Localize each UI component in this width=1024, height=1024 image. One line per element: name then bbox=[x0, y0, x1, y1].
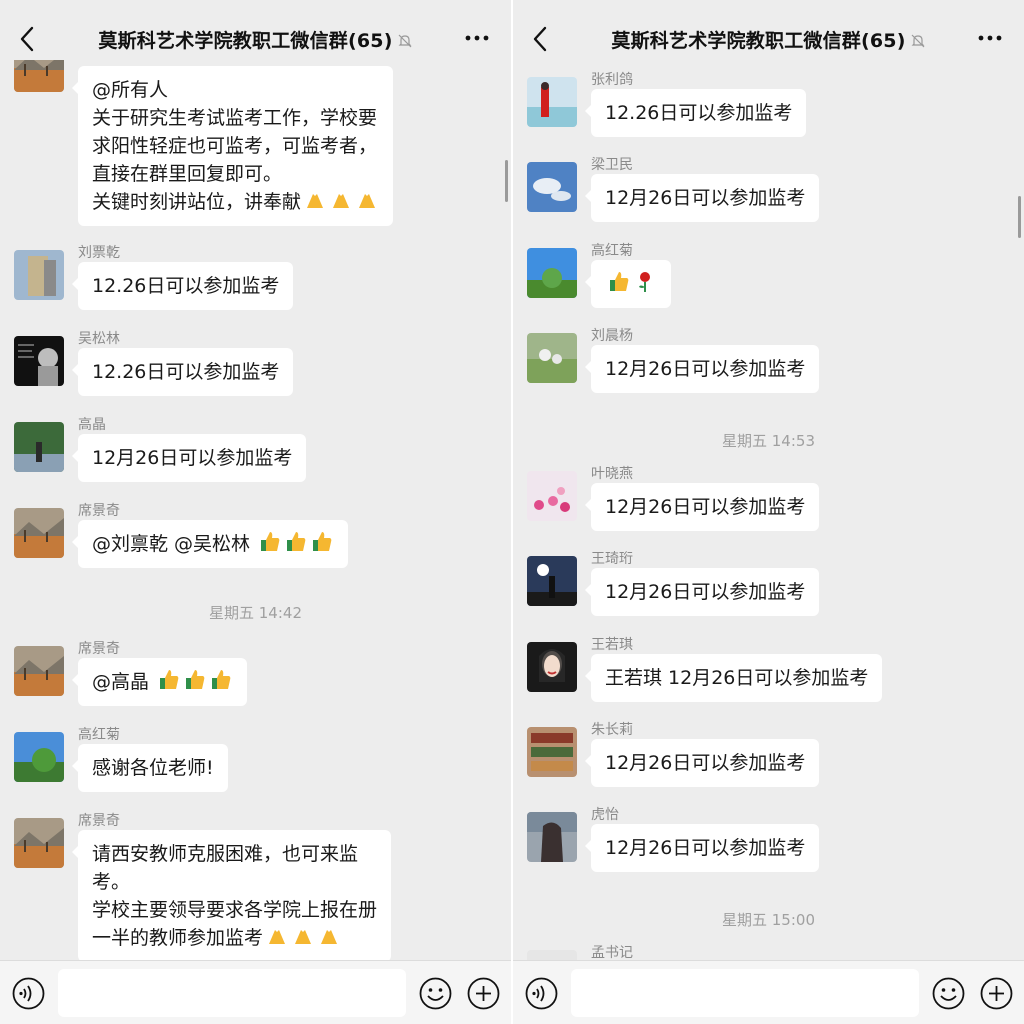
sender-name: 高红菊 bbox=[591, 243, 633, 259]
message-input[interactable] bbox=[58, 969, 406, 1017]
thumbs-up-icon bbox=[261, 532, 280, 551]
avatar[interactable] bbox=[14, 422, 64, 472]
message-bubble[interactable] bbox=[585, 260, 671, 308]
plus-icon[interactable] bbox=[980, 977, 1013, 1010]
message-bubble[interactable]: @所有人 关于研究生考试监考工作，学校要 求阳性轻症也可监考，可监考者， 直接在… bbox=[71, 66, 394, 226]
thumbs-up-icon bbox=[160, 670, 179, 689]
avatar[interactable] bbox=[14, 508, 64, 558]
avatar[interactable] bbox=[14, 336, 64, 386]
rose-icon bbox=[639, 272, 650, 292]
message-bubble[interactable]: 12月26日可以参加监考 bbox=[584, 568, 820, 616]
message-bubble[interactable]: 感谢各位老师! bbox=[72, 744, 228, 792]
message-bubble[interactable]: 12.26日可以参加监考 bbox=[71, 262, 294, 310]
message-bubble[interactable]: @刘禀乾 @吴松林 bbox=[71, 520, 349, 568]
timestamp: 星期五 14:53 bbox=[722, 432, 815, 450]
avatar[interactable] bbox=[14, 646, 64, 696]
input-bar bbox=[0, 960, 511, 1024]
plus-icon[interactable] bbox=[467, 977, 500, 1010]
message-list[interactable]: 张利鸽 12.26日可以参加监考 梁卫民 12月26日可以参加监考 高红菊 刘晨… bbox=[513, 60, 1024, 960]
sender-name: 朱长莉 bbox=[591, 722, 633, 738]
sender-name: 高晶 bbox=[78, 417, 106, 433]
sender-name: 刘晨杨 bbox=[591, 328, 633, 344]
sender-name: 孟书记 bbox=[591, 945, 633, 960]
sender-name: 席景奇 bbox=[78, 503, 120, 519]
input-bar bbox=[513, 960, 1024, 1024]
pray-icon bbox=[295, 930, 312, 944]
message-list[interactable]: @所有人 关于研究生考试监考工作，学校要 求阳性轻症也可监考，可监考者， 直接在… bbox=[0, 60, 511, 960]
avatar[interactable] bbox=[527, 812, 577, 862]
more-options-icon[interactable] bbox=[463, 29, 491, 47]
voice-input-icon[interactable] bbox=[12, 977, 45, 1010]
message-bubble[interactable]: 王若琪 12月26日可以参加监考 bbox=[584, 654, 883, 702]
chat-title-text: 莫斯科艺术学院教职工微信群(65) bbox=[611, 30, 906, 52]
message-bubble[interactable]: 12月26日可以参加监考 bbox=[584, 824, 820, 872]
sender-name: 席景奇 bbox=[78, 813, 120, 829]
more-options-icon[interactable] bbox=[976, 29, 1004, 47]
pray-icon bbox=[359, 194, 376, 208]
mute-bell-icon bbox=[398, 34, 412, 48]
avatar[interactable] bbox=[14, 732, 64, 782]
avatar[interactable] bbox=[527, 333, 577, 383]
avatar[interactable] bbox=[527, 950, 577, 960]
sender-name: 吴松林 bbox=[78, 331, 120, 347]
avatar[interactable] bbox=[527, 471, 577, 521]
chat-title: 莫斯科艺术学院教职工微信群(65) bbox=[0, 26, 511, 53]
sender-name: 高红菊 bbox=[78, 727, 120, 743]
scrollbar[interactable] bbox=[1018, 196, 1021, 238]
pray-icon bbox=[333, 194, 350, 208]
thumbs-up-icon bbox=[610, 272, 629, 291]
message-bubble[interactable]: @高晶 bbox=[71, 658, 248, 706]
avatar[interactable] bbox=[527, 727, 577, 777]
message-bubble[interactable]: 12.26日可以参加监考 bbox=[584, 89, 807, 137]
avatar[interactable] bbox=[527, 162, 577, 212]
chat-title: 莫斯科艺术学院教职工微信群(65) bbox=[513, 26, 1024, 53]
emoji-icon[interactable] bbox=[419, 977, 452, 1010]
avatar[interactable] bbox=[14, 250, 64, 300]
timestamp: 星期五 15:00 bbox=[722, 911, 815, 929]
scrollbar[interactable] bbox=[505, 160, 508, 202]
pray-icon bbox=[269, 930, 286, 944]
sender-name: 王琦珩 bbox=[591, 551, 633, 567]
avatar[interactable] bbox=[14, 60, 64, 92]
thumbs-up-icon bbox=[313, 532, 332, 551]
message-bubble[interactable]: 12.26日可以参加监考 bbox=[71, 348, 294, 396]
sender-name: 叶晓燕 bbox=[591, 466, 633, 482]
sender-name: 张利鸽 bbox=[591, 72, 633, 88]
message-bubble[interactable]: 12月26日可以参加监考 bbox=[584, 174, 820, 222]
mute-bell-icon bbox=[911, 34, 925, 48]
sender-name: 虎怡 bbox=[591, 807, 619, 823]
message-bubble[interactable]: 请西安教师克服困难，也可来监 考。 学校主要领导要求各学院上报在册 一半的教师参… bbox=[71, 830, 392, 960]
sender-name: 席景奇 bbox=[78, 641, 120, 657]
timestamp: 星期五 14:42 bbox=[209, 604, 302, 622]
avatar[interactable] bbox=[527, 248, 577, 298]
chat-panel-left: 莫斯科艺术学院教职工微信群(65) @所有人 关于研究生考试监考工作，学校要 求… bbox=[0, 0, 511, 1024]
thumbs-up-icon bbox=[186, 670, 205, 689]
avatar[interactable] bbox=[527, 642, 577, 692]
thumbs-up-icon bbox=[212, 670, 231, 689]
avatar[interactable] bbox=[14, 818, 64, 868]
sender-name: 梁卫民 bbox=[591, 157, 633, 173]
chat-title-text: 莫斯科艺术学院教职工微信群(65) bbox=[98, 30, 393, 52]
message-bubble[interactable]: 12月26日可以参加监考 bbox=[584, 345, 820, 393]
sender-name: 刘票乾 bbox=[78, 245, 120, 261]
avatar[interactable] bbox=[527, 556, 577, 606]
sender-name: 王若琪 bbox=[591, 637, 633, 653]
message-input[interactable] bbox=[571, 969, 919, 1017]
message-bubble[interactable]: 12月26日可以参加监考 bbox=[584, 739, 820, 787]
emoji-icon[interactable] bbox=[932, 977, 965, 1010]
pray-icon bbox=[321, 930, 338, 944]
chat-panel-right: 莫斯科艺术学院教职工微信群(65) 张利鸽 12.26日可以参加监考 梁卫民 1… bbox=[513, 0, 1024, 1024]
message-bubble[interactable]: 12月26日可以参加监考 bbox=[71, 434, 307, 482]
avatar[interactable] bbox=[527, 77, 577, 127]
pray-icon bbox=[307, 194, 324, 208]
message-bubble[interactable]: 12月26日可以参加监考 bbox=[584, 483, 820, 531]
voice-input-icon[interactable] bbox=[525, 977, 558, 1010]
thumbs-up-icon bbox=[287, 532, 306, 551]
